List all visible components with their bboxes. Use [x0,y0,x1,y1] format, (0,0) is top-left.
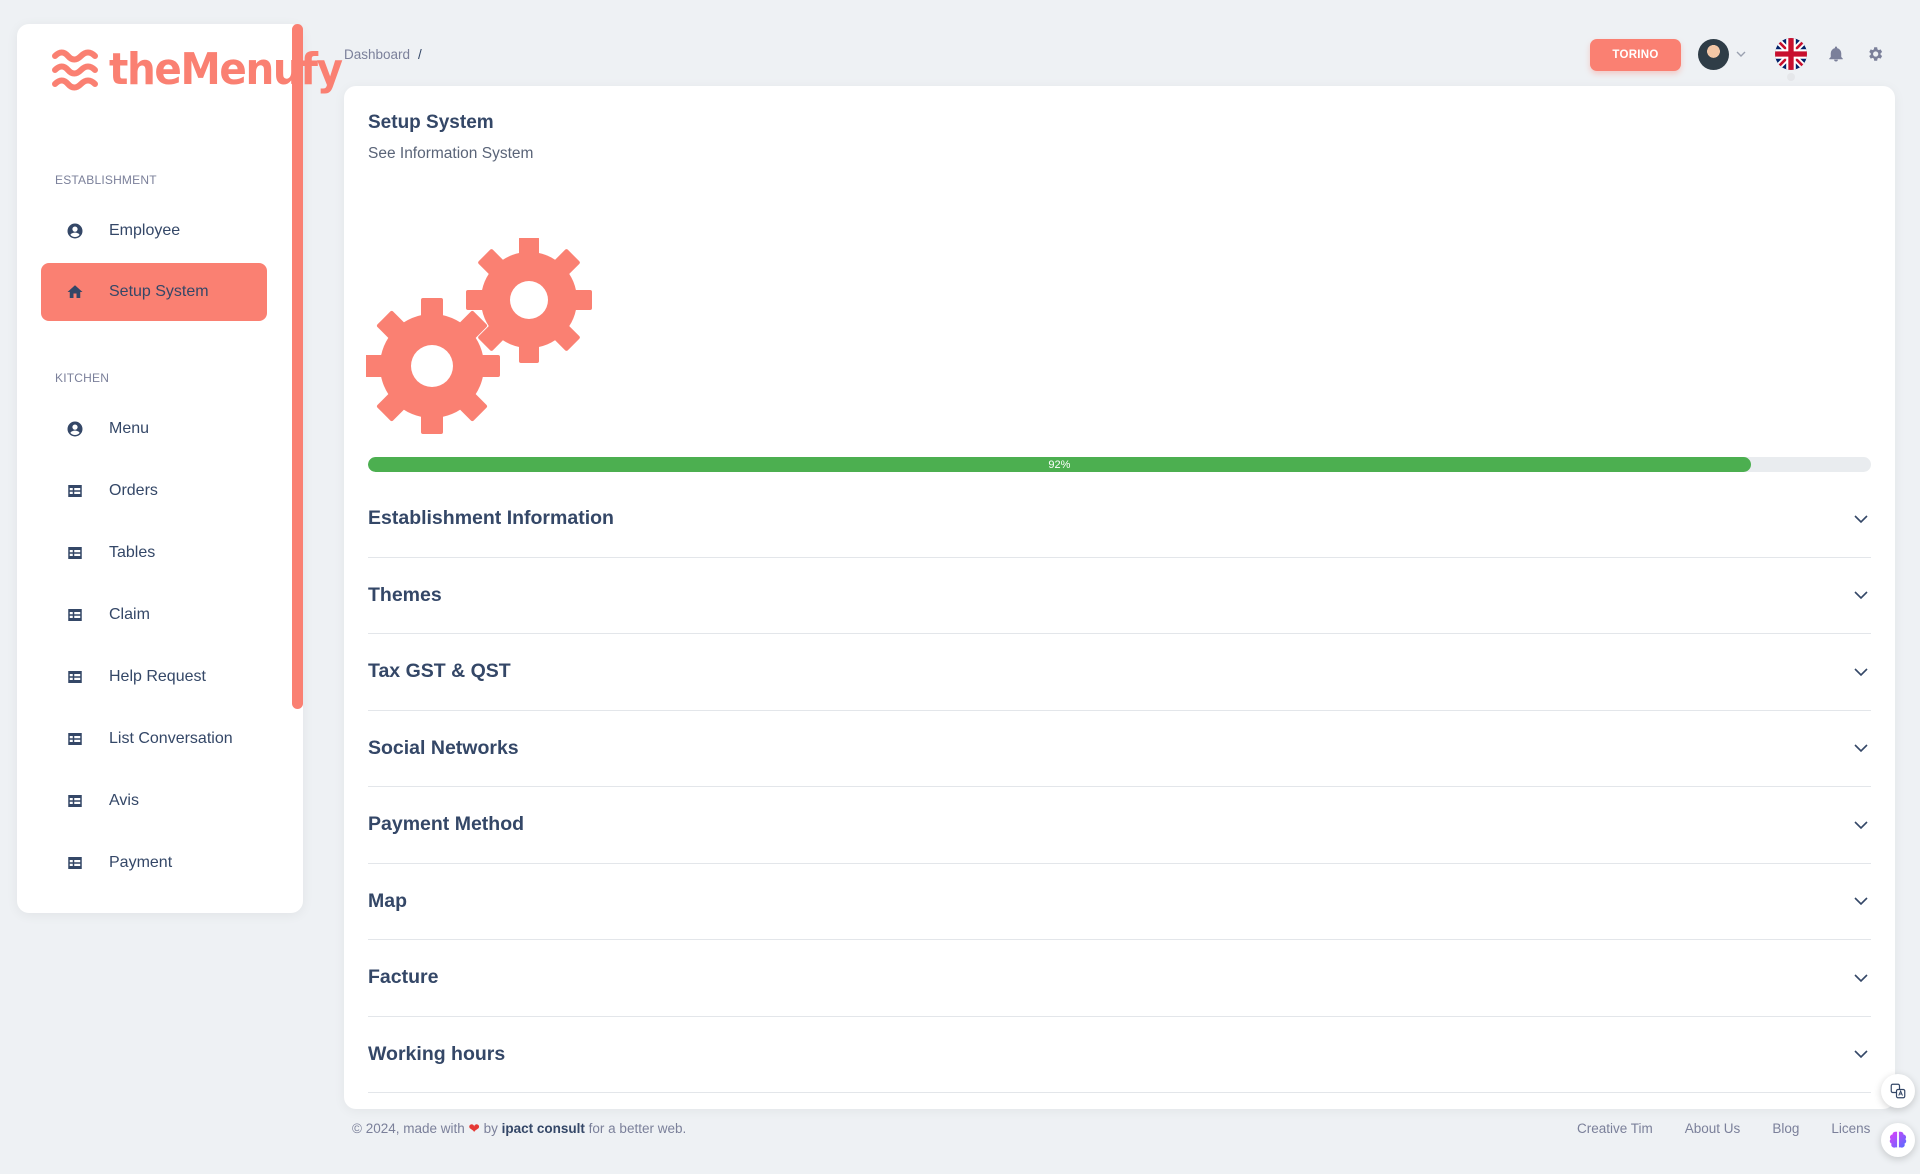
accordion-title: Payment Method [368,813,525,836]
language-indicator-dot [1787,73,1795,81]
footer-copyright-prefix: © 2024, made with [352,1121,465,1136]
breadcrumb: Dashboard / [344,47,422,62]
chevron-down-icon[interactable] [1735,48,1747,60]
footer-by: by [483,1121,498,1136]
app-logo[interactable]: theMenufy [51,46,362,94]
sidebar-item-employee[interactable]: Employee [41,202,267,260]
table-icon [65,729,85,749]
sidebar-item-tables[interactable]: Tables [41,524,267,582]
ai-assistant-button[interactable] [1881,1123,1915,1157]
accordion-item-working-hours[interactable]: Working hours [368,1017,1871,1093]
avatar[interactable] [1698,39,1729,70]
accordion-item-payment-method[interactable]: Payment Method [368,787,1871,864]
footer-company-link[interactable]: ipact consult [502,1121,585,1136]
translate-widget-button[interactable] [1881,1074,1915,1108]
sidebar-item-label: Payment [109,854,173,871]
sidebar-item-label: Orders [109,482,158,499]
sidebar-item-label: Tables [109,544,156,561]
table-icon [65,853,85,873]
footer-link-blog[interactable]: Blog [1772,1121,1799,1136]
accordion-item-tax[interactable]: Tax GST & QST [368,634,1871,711]
table-icon [65,543,85,563]
setup-progress-bar: 92% [368,457,1871,472]
table-icon [65,667,85,687]
sidebar-item-label: Help Request [109,668,206,685]
chevron-down-icon [1854,744,1868,753]
breadcrumb-separator: / [418,47,422,62]
table-icon [65,791,85,811]
home-icon [65,282,85,302]
sidebar-item-label: Avis [109,792,139,809]
user-circle-icon [65,419,85,439]
sidebar-item-label: Claim [109,606,150,623]
logo-waves-icon [52,49,98,91]
sidebar-item-label: Setup System [109,283,209,300]
logo-text: theMenufy [109,44,343,95]
breadcrumb-item-dashboard[interactable]: Dashboard [344,47,410,62]
accordion-item-social-networks[interactable]: Social Networks [368,711,1871,787]
footer-link-license[interactable]: Licens [1831,1121,1870,1136]
chevron-down-icon [1854,821,1868,829]
accordion-title: Tax GST & QST [368,660,511,683]
section-label-kitchen: KITCHEN [55,371,110,385]
accordion-title: Working hours [368,1042,506,1065]
brain-icon [1889,1131,1907,1148]
sidebar-item-label: Menu [109,420,150,437]
table-icon [65,605,85,625]
chevron-down-icon [1854,974,1868,982]
accordion-item-facture[interactable]: Facture [368,940,1871,1017]
footer-links: Creative Tim About Us Blog Licens [1577,1121,1870,1136]
setup-accordion: Establishment Information Themes Tax GST… [368,481,1871,1093]
sidebar: theMenufy ESTABLISHMENT Employee Setup S… [17,24,343,913]
section-label-establishment: ESTABLISHMENT [55,173,157,187]
sidebar-item-setup-system[interactable]: Setup System [41,263,267,321]
footer-link-about-us[interactable]: About Us [1685,1121,1741,1136]
chevron-down-icon [1854,897,1868,906]
page-title: Setup System [368,112,494,133]
chevron-down-icon [1854,668,1868,676]
gears-illustration-icon [366,238,592,434]
heart-icon: ❤ [468,1121,480,1136]
sidebar-item-menu[interactable]: Menu [41,400,267,458]
setup-system-card: Setup System See Information System 92% … [344,86,1895,1109]
translate-icon [1890,1083,1906,1099]
sidebar-item-list-conversation[interactable]: List Conversation [41,710,267,768]
chevron-down-icon [1854,1050,1868,1059]
accordion-title: Themes [368,583,442,606]
sidebar-item-orders[interactable]: Orders [41,462,267,520]
chevron-down-icon [1854,591,1868,600]
sidebar-item-payment[interactable]: Payment [41,834,267,892]
location-button[interactable]: TORINO [1590,39,1681,71]
sidebar-item-label: Employee [109,222,181,239]
accordion-item-themes[interactable]: Themes [368,558,1871,634]
chevron-down-icon [1854,515,1868,523]
language-flag-uk-icon[interactable] [1775,38,1807,70]
footer-suffix: for a better web. [588,1121,687,1136]
progress-fill: 92% [368,457,1751,472]
sidebar-item-claim[interactable]: Claim [41,586,267,644]
user-circle-icon [65,221,85,241]
table-icon [65,481,85,501]
page-subtitle: See Information System [368,145,534,162]
bell-icon[interactable] [1827,45,1845,63]
sidebar-scrollbar[interactable] [292,24,303,709]
progress-label: 92% [1048,458,1071,471]
accordion-title: Facture [368,966,439,989]
accordion-title: Establishment Information [368,507,614,530]
sidebar-item-label: List Conversation [109,730,233,747]
sidebar-item-avis[interactable]: Avis [41,772,267,830]
footer-link-creative-tim[interactable]: Creative Tim [1577,1121,1653,1136]
accordion-item-establishment-information[interactable]: Establishment Information [368,481,1871,558]
accordion-item-map[interactable]: Map [368,864,1871,940]
accordion-title: Map [368,889,407,912]
sidebar-item-help-request[interactable]: Help Request [41,648,267,706]
footer-copyright: © 2024, made with ❤ by ipact consult for… [352,1121,686,1137]
gear-icon[interactable] [1866,45,1884,63]
accordion-title: Social Networks [368,736,519,759]
